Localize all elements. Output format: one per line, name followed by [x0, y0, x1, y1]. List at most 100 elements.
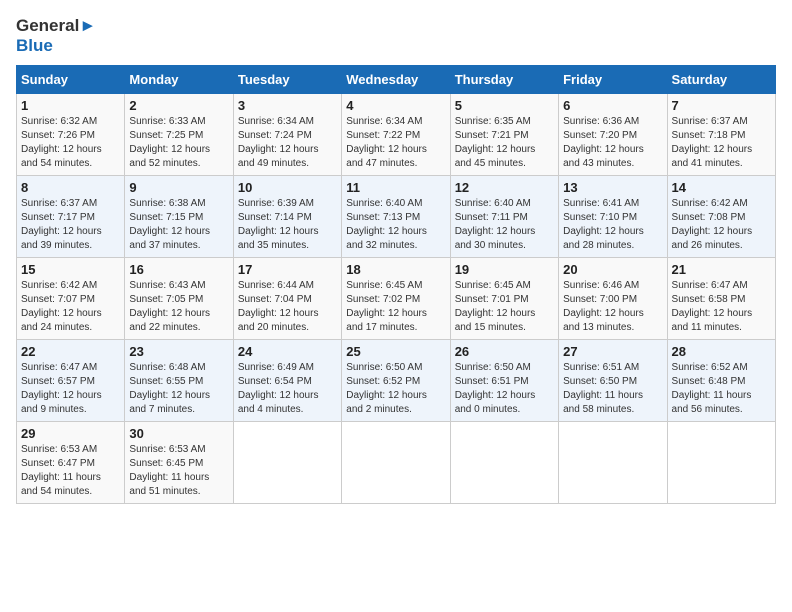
- calendar-cell: 4 Sunrise: 6:34 AM Sunset: 7:22 PM Daylig…: [342, 93, 450, 175]
- day-detail: Sunrise: 6:36 AM Sunset: 7:20 PM Dayligh…: [563, 115, 662, 171]
- calendar-cell: 21 Sunrise: 6:47 AM Sunset: 6:58 PM Dayli…: [667, 257, 775, 339]
- day-number: 30: [129, 426, 228, 441]
- col-header-saturday: Saturday: [667, 65, 775, 93]
- calendar-cell: 25Sunrise: 6:50 AM Sunset: 6:52 PM Dayli…: [342, 339, 450, 421]
- logo: General► Blue: [16, 16, 96, 57]
- day-number: 29: [21, 426, 120, 441]
- calendar-cell: 26 Sunrise: 6:50 AM Sunset: 6:51 PM Dayli…: [450, 339, 558, 421]
- calendar-cell: [559, 421, 667, 503]
- day-detail: Sunrise: 6:41 AM Sunset: 7:10 PM Dayligh…: [563, 197, 662, 253]
- day-detail: Sunrise: 6:34 AM Sunset: 7:24 PM Dayligh…: [238, 115, 337, 171]
- day-number: 2: [129, 98, 228, 113]
- calendar-cell: [450, 421, 558, 503]
- day-detail: Sunrise: 6:33 AM Sunset: 7:25 PM Dayligh…: [129, 115, 228, 171]
- day-detail: Sunrise: 6:32 AM Sunset: 7:26 PM Dayligh…: [21, 115, 120, 171]
- day-detail: Sunrise: 6:42 AM Sunset: 7:08 PM Dayligh…: [672, 197, 771, 253]
- calendar-cell: 27 Sunrise: 6:51 AM Sunset: 6:50 PM Dayli…: [559, 339, 667, 421]
- calendar-cell: 29 Sunrise: 6:53 AM Sunset: 6:47 PM Dayli…: [17, 421, 125, 503]
- day-detail: Sunrise: 6:46 AM Sunset: 7:00 PM Dayligh…: [563, 279, 662, 335]
- page-header: General► Blue: [16, 16, 776, 57]
- calendar-week-2: 8 Sunrise: 6:37 AM Sunset: 7:17 PM Daylig…: [17, 175, 776, 257]
- col-header-tuesday: Tuesday: [233, 65, 341, 93]
- calendar-cell: 30 Sunrise: 6:53 AM Sunset: 6:45 PM Dayli…: [125, 421, 233, 503]
- calendar-week-5: 29 Sunrise: 6:53 AM Sunset: 6:47 PM Dayli…: [17, 421, 776, 503]
- day-detail: Sunrise: 6:52 AM Sunset: 6:48 PM Dayligh…: [672, 361, 771, 417]
- day-number: 15: [21, 262, 120, 277]
- calendar-cell: 22 Sunrise: 6:47 AM Sunset: 6:57 PM Dayli…: [17, 339, 125, 421]
- col-header-monday: Monday: [125, 65, 233, 93]
- day-number: 22: [21, 344, 120, 359]
- day-number: 8: [21, 180, 120, 195]
- day-number: 21: [672, 262, 771, 277]
- calendar-cell: 6 Sunrise: 6:36 AM Sunset: 7:20 PM Daylig…: [559, 93, 667, 175]
- day-number: 9: [129, 180, 228, 195]
- day-number: 19: [455, 262, 554, 277]
- day-detail: Sunrise: 6:47 AM Sunset: 6:58 PM Dayligh…: [672, 279, 771, 335]
- day-number: 1: [21, 98, 120, 113]
- day-detail: Sunrise: 6:50 AM Sunset: 6:51 PM Dayligh…: [455, 361, 554, 417]
- day-number: 3: [238, 98, 337, 113]
- calendar-cell: 23 Sunrise: 6:48 AM Sunset: 6:55 PM Dayli…: [125, 339, 233, 421]
- calendar-cell: [233, 421, 341, 503]
- calendar-cell: 3 Sunrise: 6:34 AM Sunset: 7:24 PM Daylig…: [233, 93, 341, 175]
- day-detail: Sunrise: 6:37 AM Sunset: 7:17 PM Dayligh…: [21, 197, 120, 253]
- day-detail: Sunrise: 6:35 AM Sunset: 7:21 PM Dayligh…: [455, 115, 554, 171]
- day-number: 25: [346, 344, 445, 359]
- calendar-cell: [667, 421, 775, 503]
- calendar-cell: 18 Sunrise: 6:45 AM Sunset: 7:02 PM Dayli…: [342, 257, 450, 339]
- day-number: 23: [129, 344, 228, 359]
- day-number: 6: [563, 98, 662, 113]
- day-number: 5: [455, 98, 554, 113]
- day-number: 10: [238, 180, 337, 195]
- logo-text: General► Blue: [16, 16, 96, 57]
- day-number: 12: [455, 180, 554, 195]
- day-detail: Sunrise: 6:51 AM Sunset: 6:50 PM Dayligh…: [563, 361, 662, 417]
- calendar-cell: [342, 421, 450, 503]
- calendar-cell: 14Sunrise: 6:42 AM Sunset: 7:08 PM Dayli…: [667, 175, 775, 257]
- day-detail: Sunrise: 6:53 AM Sunset: 6:45 PM Dayligh…: [129, 443, 228, 499]
- day-detail: Sunrise: 6:47 AM Sunset: 6:57 PM Dayligh…: [21, 361, 120, 417]
- day-number: 17: [238, 262, 337, 277]
- col-header-wednesday: Wednesday: [342, 65, 450, 93]
- calendar-cell: 5 Sunrise: 6:35 AM Sunset: 7:21 PM Daylig…: [450, 93, 558, 175]
- day-detail: Sunrise: 6:53 AM Sunset: 6:47 PM Dayligh…: [21, 443, 120, 499]
- calendar-cell: 24Sunrise: 6:49 AM Sunset: 6:54 PM Dayli…: [233, 339, 341, 421]
- calendar-cell: 7 Sunrise: 6:37 AM Sunset: 7:18 PM Daylig…: [667, 93, 775, 175]
- calendar-cell: 12 Sunrise: 6:40 AM Sunset: 7:11 PM Dayli…: [450, 175, 558, 257]
- day-detail: Sunrise: 6:45 AM Sunset: 7:02 PM Dayligh…: [346, 279, 445, 335]
- day-detail: Sunrise: 6:48 AM Sunset: 6:55 PM Dayligh…: [129, 361, 228, 417]
- day-detail: Sunrise: 6:42 AM Sunset: 7:07 PM Dayligh…: [21, 279, 120, 335]
- calendar-cell: 16 Sunrise: 6:43 AM Sunset: 7:05 PM Dayli…: [125, 257, 233, 339]
- calendar-cell: 1 Sunrise: 6:32 AM Sunset: 7:26 PM Daylig…: [17, 93, 125, 175]
- col-header-friday: Friday: [559, 65, 667, 93]
- calendar-cell: 20 Sunrise: 6:46 AM Sunset: 7:00 PM Dayli…: [559, 257, 667, 339]
- day-number: 28: [672, 344, 771, 359]
- day-number: 18: [346, 262, 445, 277]
- calendar-cell: 13 Sunrise: 6:41 AM Sunset: 7:10 PM Dayli…: [559, 175, 667, 257]
- day-detail: Sunrise: 6:37 AM Sunset: 7:18 PM Dayligh…: [672, 115, 771, 171]
- col-header-sunday: Sunday: [17, 65, 125, 93]
- calendar-cell: 8 Sunrise: 6:37 AM Sunset: 7:17 PM Daylig…: [17, 175, 125, 257]
- day-number: 24: [238, 344, 337, 359]
- calendar-cell: 2 Sunrise: 6:33 AM Sunset: 7:25 PM Daylig…: [125, 93, 233, 175]
- calendar-cell: 17Sunrise: 6:44 AM Sunset: 7:04 PM Dayli…: [233, 257, 341, 339]
- day-detail: Sunrise: 6:43 AM Sunset: 7:05 PM Dayligh…: [129, 279, 228, 335]
- day-detail: Sunrise: 6:45 AM Sunset: 7:01 PM Dayligh…: [455, 279, 554, 335]
- day-number: 13: [563, 180, 662, 195]
- calendar-cell: 15 Sunrise: 6:42 AM Sunset: 7:07 PM Dayli…: [17, 257, 125, 339]
- day-number: 16: [129, 262, 228, 277]
- day-number: 7: [672, 98, 771, 113]
- col-header-thursday: Thursday: [450, 65, 558, 93]
- day-number: 4: [346, 98, 445, 113]
- day-detail: Sunrise: 6:40 AM Sunset: 7:11 PM Dayligh…: [455, 197, 554, 253]
- day-number: 20: [563, 262, 662, 277]
- calendar-table: SundayMondayTuesdayWednesdayThursdayFrid…: [16, 65, 776, 504]
- day-detail: Sunrise: 6:38 AM Sunset: 7:15 PM Dayligh…: [129, 197, 228, 253]
- day-number: 11: [346, 180, 445, 195]
- day-number: 27: [563, 344, 662, 359]
- calendar-week-3: 15 Sunrise: 6:42 AM Sunset: 7:07 PM Dayli…: [17, 257, 776, 339]
- day-number: 26: [455, 344, 554, 359]
- calendar-cell: 19 Sunrise: 6:45 AM Sunset: 7:01 PM Dayli…: [450, 257, 558, 339]
- day-detail: Sunrise: 6:40 AM Sunset: 7:13 PM Dayligh…: [346, 197, 445, 253]
- day-detail: Sunrise: 6:34 AM Sunset: 7:22 PM Dayligh…: [346, 115, 445, 171]
